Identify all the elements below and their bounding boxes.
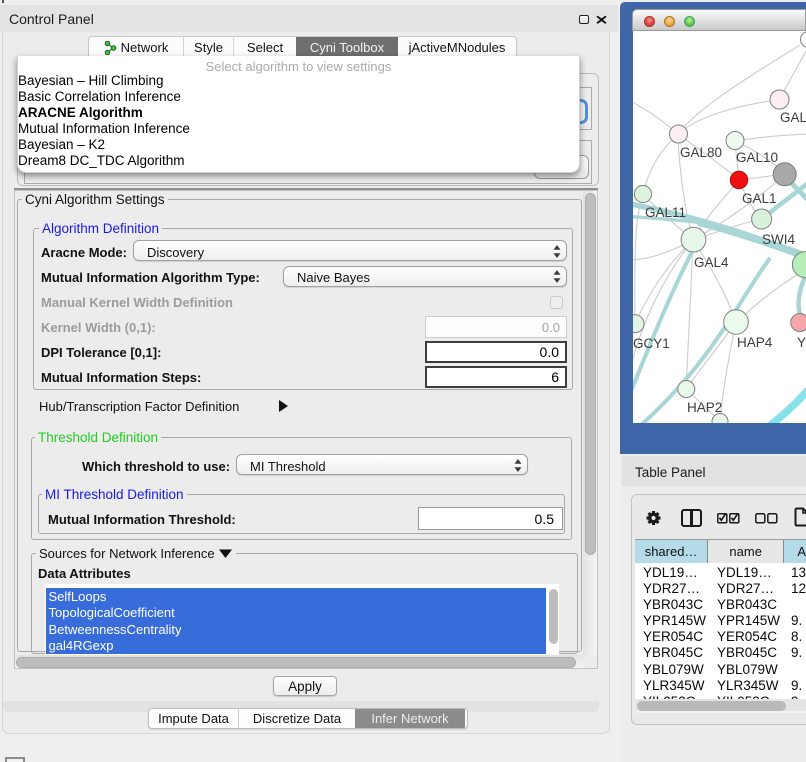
svg-text:GAL7: GAL7 <box>780 110 806 125</box>
svg-text:GAL11: GAL11 <box>645 205 686 220</box>
svg-text:GAL1: GAL1 <box>742 191 777 206</box>
svg-text:GCY1: GCY1 <box>633 336 670 351</box>
svg-text:HAP2: HAP2 <box>687 400 722 415</box>
svg-text:HAP4: HAP4 <box>737 335 773 350</box>
svg-text:YE: YE <box>797 335 806 350</box>
svg-text:GAL80: GAL80 <box>680 145 722 160</box>
svg-text:GAL4: GAL4 <box>694 255 729 270</box>
svg-text:SWI4: SWI4 <box>762 232 795 247</box>
svg-text:GAL10: GAL10 <box>736 150 778 165</box>
